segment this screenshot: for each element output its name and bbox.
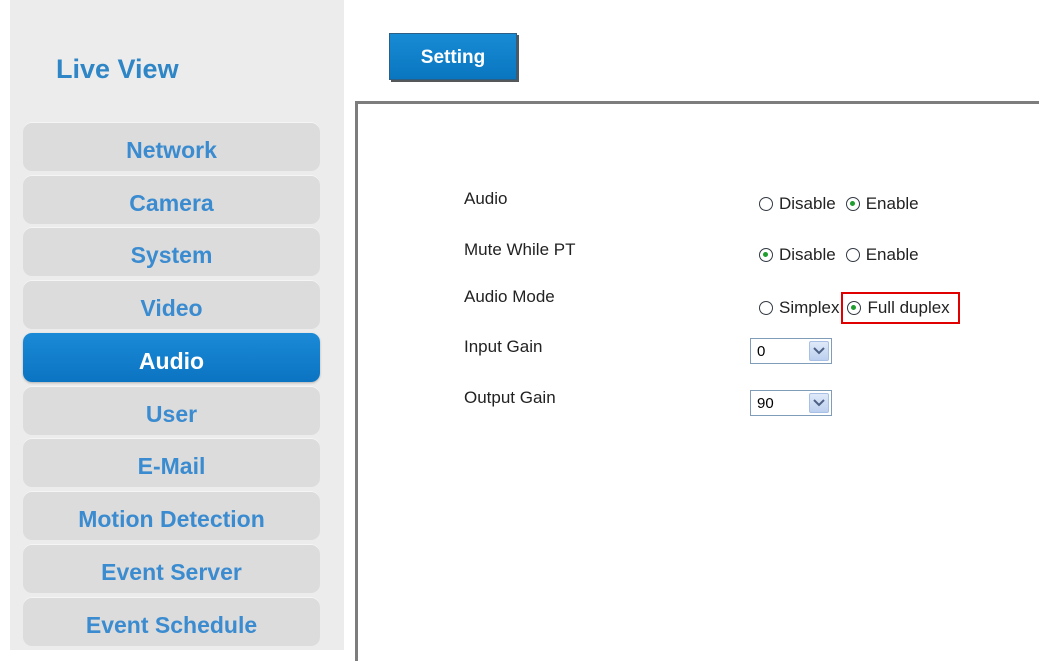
sidebar-item-motion-detection[interactable]: Motion Detection [23,491,320,540]
audio-mode-simplex-label: Simplex [779,298,840,317]
audio-disable-radio[interactable] [759,197,773,211]
sidebar-item-video[interactable]: Video [23,280,320,329]
input-gain-select[interactable]: 0 [750,338,832,364]
mute-enable-option[interactable]: Enable [845,245,919,265]
chevron-down-icon[interactable] [809,341,829,361]
mute-while-pt-radio-group: Disable Enable [759,245,929,265]
audio-mode-label: Audio Mode [464,287,555,306]
output-gain-label: Output Gain [464,388,556,407]
audio-enable-option[interactable]: Enable [845,194,919,214]
output-gain-value: 90 [757,395,774,412]
sidebar-item-audio[interactable]: Audio [23,333,320,382]
sidebar-item-event-schedule[interactable]: Event Schedule [23,597,320,646]
chevron-down-icon[interactable] [809,393,829,413]
mute-while-pt-label: Mute While PT [464,240,576,259]
audio-enable-radio[interactable] [845,197,860,211]
mute-enable-label: Enable [865,245,919,264]
audio-mode-simplex-option[interactable]: Simplex [759,298,839,318]
audio-mode-simplex-radio[interactable] [759,301,773,315]
mute-enable-radio[interactable] [845,248,860,262]
sidebar-item-event-server[interactable]: Event Server [23,544,320,593]
audio-mode-radio-group: Simplex Full duplex [759,292,970,324]
sidebar-item-system[interactable]: System [23,227,320,276]
mute-disable-radio[interactable] [759,248,773,262]
audio-label: Audio [464,189,508,208]
output-gain-select[interactable]: 90 [750,390,832,416]
sidebar-item-email[interactable]: E-Mail [23,438,320,487]
live-view-link[interactable]: Live View [56,54,179,85]
audio-radio-group: Disable Enable [759,194,929,214]
input-gain-value: 0 [757,343,766,360]
audio-mode-full-duplex-option[interactable]: Full duplex [841,292,960,324]
mute-disable-option[interactable]: Disable [759,245,836,265]
sidebar-item-user[interactable]: User [23,386,320,435]
sidebar-item-camera[interactable]: Camera [23,175,320,224]
sidebar-item-network[interactable]: Network [23,122,320,171]
mute-disable-label: Disable [779,245,836,264]
input-gain-label: Input Gain [464,337,543,356]
audio-disable-label: Disable [779,194,836,213]
tab-setting[interactable]: Setting [389,33,517,80]
settings-panel [355,101,1039,661]
audio-mode-full-duplex-label: Full duplex [867,298,950,317]
audio-disable-option[interactable]: Disable [759,194,836,214]
audio-enable-label: Enable [865,194,919,213]
audio-mode-full-duplex-radio[interactable] [847,301,862,315]
